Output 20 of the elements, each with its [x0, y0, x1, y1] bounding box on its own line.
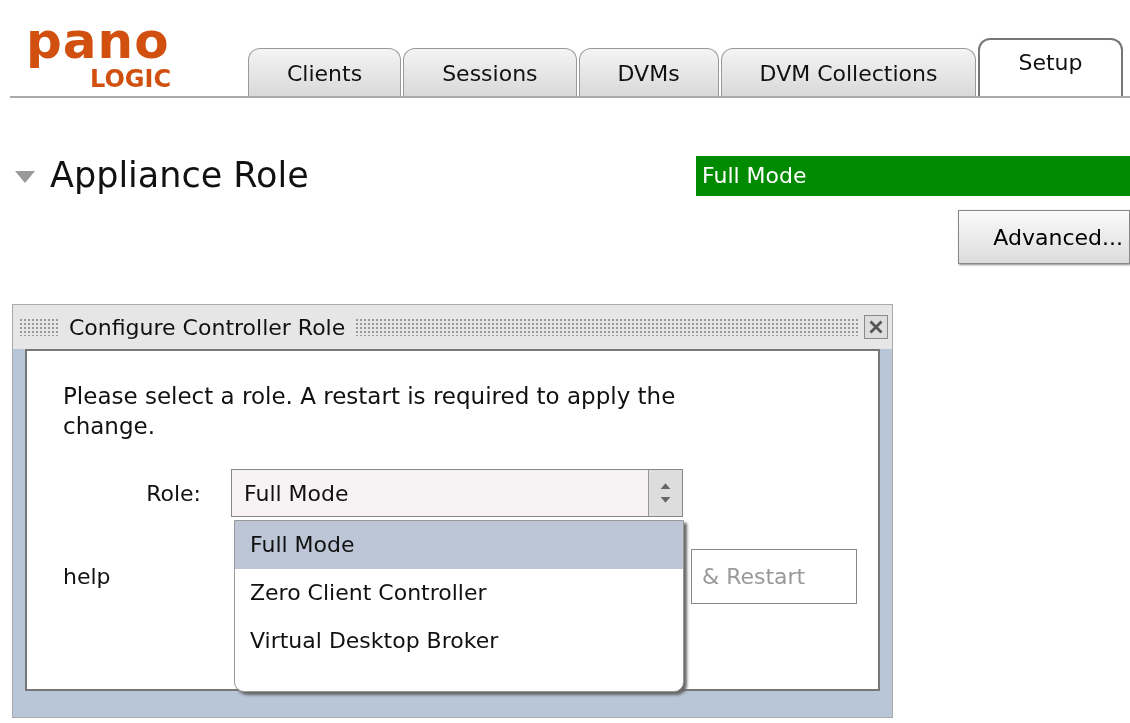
logo-subtext: LOGIC [90, 66, 172, 92]
advanced-button[interactable]: Advanced... [958, 210, 1130, 264]
tab[interactable]: Setup [978, 38, 1123, 96]
tab[interactable]: Clients [248, 48, 402, 96]
tab[interactable]: DVM Collections [720, 48, 977, 96]
logo-text: pano [26, 16, 170, 66]
spinner-icon[interactable] [648, 470, 682, 516]
dropdown-option[interactable]: Full Mode [235, 521, 683, 569]
dropdown-option[interactable]: Zero Client Controller [235, 569, 683, 617]
dialog-title: Configure Controller Role [68, 313, 347, 342]
dropdown-option[interactable]: Virtual Desktop Broker [235, 617, 683, 665]
close-icon[interactable] [864, 315, 888, 339]
status-bar: Full Mode [696, 156, 1130, 196]
tab[interactable]: Sessions [403, 48, 577, 96]
tab[interactable]: DVMs [578, 48, 719, 96]
grip-icon[interactable] [19, 318, 59, 336]
collapse-icon[interactable] [14, 170, 36, 184]
section-title: Appliance Role [50, 154, 310, 197]
instruction-text: Please select a role. A restart is required to apply the change. [63, 382, 677, 441]
role-label: Role: [145, 479, 202, 508]
